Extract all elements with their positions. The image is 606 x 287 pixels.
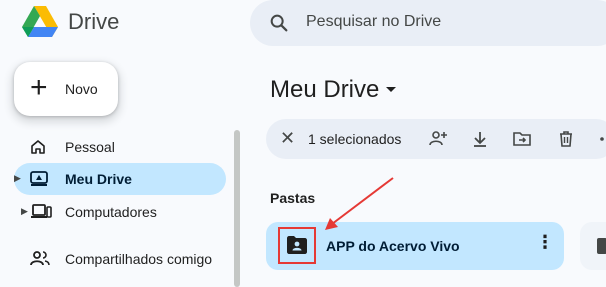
search-icon[interactable] (268, 12, 290, 34)
app-name: Drive (68, 9, 120, 34)
plus-icon: + (30, 71, 48, 104)
page-title[interactable]: Meu Drive (270, 76, 379, 104)
chevron-down-icon[interactable] (386, 87, 396, 92)
more-vert-icon[interactable]: ⋮ (536, 233, 554, 251)
sidebar-item-label: Pessoal (65, 139, 115, 155)
annotation-arrow (325, 177, 394, 230)
trash-icon[interactable] (556, 129, 576, 149)
drive-logo-icon[interactable] (22, 6, 58, 38)
section-title: Pastas (270, 190, 316, 206)
home-icon (31, 140, 45, 154)
download-icon[interactable] (470, 129, 490, 149)
close-icon[interactable]: ✕ (280, 128, 295, 149)
sidebar-item-label: Meu Drive (65, 171, 132, 187)
folder-name: APP do Acervo Vivo (326, 238, 460, 254)
sidebar-scrollbar[interactable] (234, 130, 240, 287)
sidebar-item-computadores[interactable]: ▶ Computadores (0, 196, 226, 228)
sidebar-item-compartilhados[interactable]: Compartilhados comigo (0, 243, 226, 275)
shared-icon (30, 251, 50, 266)
new-button-label: Novo (65, 81, 98, 97)
selection-count: 1 selecionados (308, 131, 402, 147)
drive-icon (30, 171, 48, 186)
share-user-icon[interactable] (428, 129, 448, 149)
expand-caret-icon[interactable]: ▶ (14, 173, 21, 184)
computer-icon (31, 204, 52, 218)
more-actions-icon[interactable] (598, 129, 606, 149)
sidebar-item-label: Computadores (65, 204, 157, 220)
search-input[interactable]: Pesquisar no Drive (306, 13, 441, 31)
sidebar-item-pessoal[interactable]: Pessoal (0, 131, 226, 163)
expand-caret-icon[interactable]: ▶ (21, 206, 28, 217)
folder-icon (597, 238, 606, 254)
sidebar-item-label: Compartilhados comigo (65, 251, 213, 267)
sidebar-item-meu-drive[interactable]: ▶ Meu Drive (14, 163, 226, 195)
move-icon[interactable] (512, 129, 532, 149)
